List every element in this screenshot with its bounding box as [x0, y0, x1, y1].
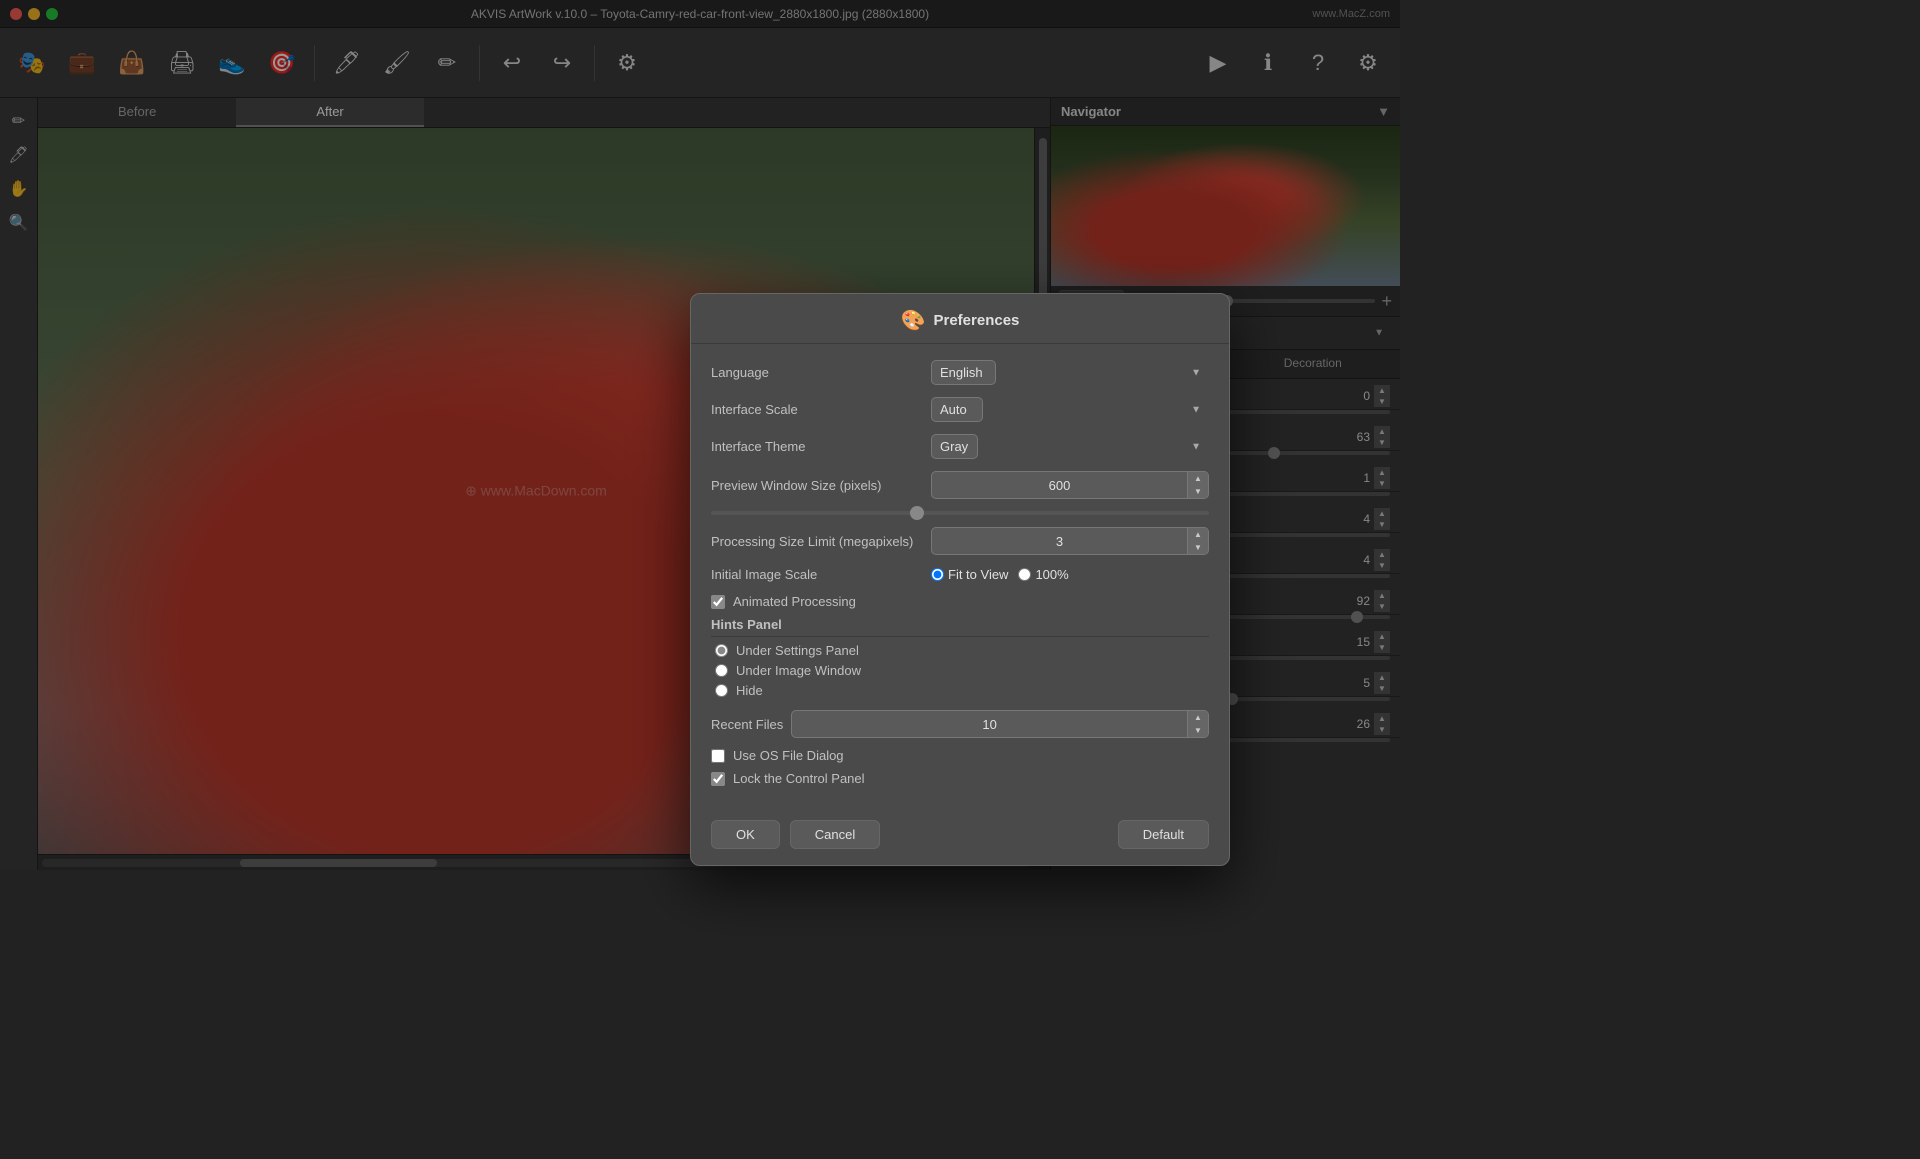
interface-scale-label: Interface Scale — [711, 402, 931, 417]
dialog-icon: 🎨 — [901, 308, 926, 333]
dialog-footer: OK Cancel Default — [691, 810, 1229, 865]
radio-under-settings[interactable] — [715, 644, 728, 657]
os-file-dialog-checkbox[interactable] — [711, 749, 725, 763]
radio-100[interactable] — [1018, 568, 1031, 581]
processing-limit-spinner[interactable]: 3 ▲ ▼ — [931, 527, 1209, 555]
cancel-button[interactable]: Cancel — [790, 820, 880, 849]
lock-control-panel-row: Lock the Control Panel — [711, 771, 1209, 786]
dialog-overlay: 🎨 Preferences Language English German Fr… — [0, 0, 1920, 1159]
processing-limit-value: 3 — [932, 530, 1187, 553]
interface-scale-select[interactable]: Auto 100% 150% — [931, 397, 983, 422]
recent-files-label: Recent Files — [711, 717, 783, 732]
preview-size-slider-row[interactable] — [711, 511, 1209, 515]
ok-button[interactable]: OK — [711, 820, 780, 849]
dialog-body: Language English German French Interface… — [691, 344, 1229, 810]
dialog-header: 🎨 Preferences — [691, 294, 1229, 344]
default-button[interactable]: Default — [1118, 820, 1209, 849]
preview-size-spinner[interactable]: 600 ▲ ▼ — [931, 471, 1209, 499]
radio-under-image[interactable] — [715, 664, 728, 677]
radio-fit[interactable] — [931, 568, 944, 581]
initial-scale-row: Initial Image Scale Fit to View 100% — [711, 567, 1209, 582]
interface-theme-label: Interface Theme — [711, 439, 931, 454]
interface-scale-row: Interface Scale Auto 100% 150% — [711, 397, 1209, 422]
radio-hide-label: Hide — [736, 683, 763, 698]
recent-files-btns: ▲ ▼ — [1187, 711, 1208, 737]
language-select[interactable]: English German French — [931, 360, 996, 385]
recent-files-value: 10 — [792, 713, 1187, 736]
interface-theme-row: Interface Theme Gray Dark Light — [711, 434, 1209, 459]
recent-files-row: Recent Files 10 ▲ ▼ — [711, 710, 1209, 738]
lock-control-panel-checkbox[interactable] — [711, 772, 725, 786]
processing-limit-dn[interactable]: ▼ — [1188, 541, 1208, 554]
radio-under-image-label: Under Image Window — [736, 663, 861, 678]
processing-limit-up[interactable]: ▲ — [1188, 528, 1208, 541]
dialog-title: Preferences — [934, 312, 1020, 329]
preview-size-btns: ▲ ▼ — [1187, 472, 1208, 498]
os-file-dialog-row: Use OS File Dialog — [711, 748, 1209, 763]
radio-100-label[interactable]: 100% — [1018, 567, 1068, 582]
animated-processing-checkbox[interactable] — [711, 595, 725, 609]
recent-files-up[interactable]: ▲ — [1188, 711, 1208, 724]
preview-size-dn[interactable]: ▼ — [1188, 485, 1208, 498]
radio-hide[interactable] — [715, 684, 728, 697]
hints-under-settings[interactable]: Under Settings Panel — [711, 643, 1209, 658]
preview-size-row: Preview Window Size (pixels) 600 ▲ ▼ — [711, 471, 1209, 499]
interface-scale-select-wrapper: Auto 100% 150% — [931, 397, 1209, 422]
animated-processing-row: Animated Processing — [711, 594, 1209, 609]
recent-files-spinner[interactable]: 10 ▲ ▼ — [791, 710, 1209, 738]
os-file-dialog-label: Use OS File Dialog — [733, 748, 844, 763]
language-select-wrapper: English German French — [931, 360, 1209, 385]
processing-limit-btns: ▲ ▼ — [1187, 528, 1208, 554]
language-label: Language — [711, 365, 931, 380]
processing-limit-row: Processing Size Limit (megapixels) 3 ▲ ▼ — [711, 527, 1209, 555]
language-row: Language English German French — [711, 360, 1209, 385]
hints-hide[interactable]: Hide — [711, 683, 1209, 698]
processing-limit-label: Processing Size Limit (megapixels) — [711, 534, 931, 549]
interface-theme-select-wrapper: Gray Dark Light — [931, 434, 1209, 459]
animated-processing-label: Animated Processing — [733, 594, 856, 609]
preview-size-slider[interactable] — [711, 511, 1209, 515]
lock-control-panel-label: Lock the Control Panel — [733, 771, 865, 786]
radio-fit-text: Fit to View — [948, 567, 1008, 582]
initial-scale-label: Initial Image Scale — [711, 567, 931, 582]
preferences-dialog: 🎨 Preferences Language English German Fr… — [690, 293, 1230, 866]
hints-panel-group: Hints Panel Under Settings Panel Under I… — [711, 617, 1209, 698]
preview-size-label: Preview Window Size (pixels) — [711, 478, 931, 493]
radio-100-text: 100% — [1035, 567, 1068, 582]
radio-under-settings-label: Under Settings Panel — [736, 643, 859, 658]
radio-fit-label[interactable]: Fit to View — [931, 567, 1008, 582]
recent-files-dn[interactable]: ▼ — [1188, 724, 1208, 737]
hints-under-image[interactable]: Under Image Window — [711, 663, 1209, 678]
interface-theme-select[interactable]: Gray Dark Light — [931, 434, 978, 459]
hints-panel-label: Hints Panel — [711, 617, 1209, 637]
preview-size-value: 600 — [932, 474, 1187, 497]
preview-size-up[interactable]: ▲ — [1188, 472, 1208, 485]
preview-size-slider-thumb[interactable] — [910, 506, 924, 520]
